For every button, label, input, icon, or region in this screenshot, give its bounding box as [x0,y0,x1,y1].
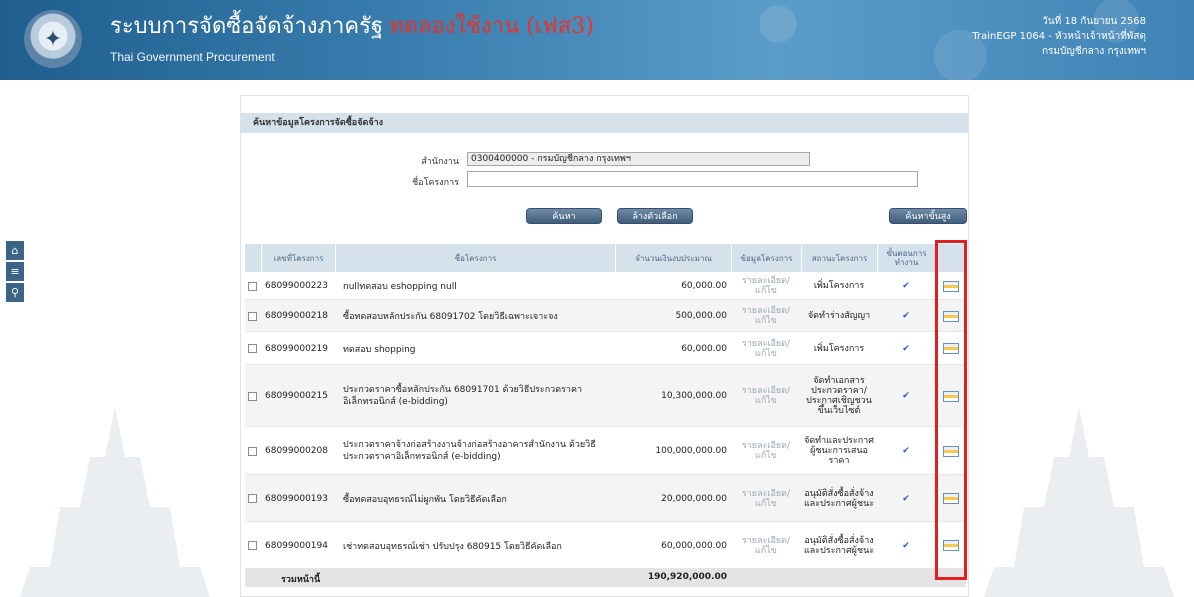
user-department: กรมบัญชีกลาง กรุงเทพฯ [1041,46,1146,57]
advanced-search-button[interactable]: ค้นหาขั้นสูง [889,208,967,224]
budget: 60,000,000.00 [661,540,727,551]
table-header: เลขที่โครงการ ชื่อโครงการ จำนวนเงินงบประ… [245,244,966,272]
project-status: จัดทำและประกาศ ผู้ชนะการเสนอราคา [804,436,874,466]
table-row: 68099000223 nullทดสอบ eshopping null 60,… [245,272,966,300]
budget: 500,000.00 [675,311,727,321]
project-status: จัดทำเอกสารประกวดราคา/ประกาศเชิญชวนขึ้นเ… [806,376,872,416]
project-no: 68099000215 [265,391,328,401]
budget: 60,000.00 [681,281,727,291]
project-name: ซื้อทดสอบอุทธรณ์ไม่ผูกพัน โดยวิธีคัดเลือ… [343,494,507,505]
detail-link[interactable]: รายละเอียด/แก้ไข [741,522,791,569]
temple-decoration-right [984,407,1174,597]
project-status: เพิ่มโครงการ [813,281,865,291]
budget: 10,300,000.00 [661,391,727,401]
detail-link[interactable]: รายละเอียด/แก้ไข [741,427,791,475]
project-status: อนุมัติสั่งซื้อสั่งจ้างและประกาศผู้ชนะ [803,488,875,509]
app-subtitle: Thai Government Procurement [110,50,275,64]
step-check-icon[interactable]: ✔ [877,522,935,569]
row-checkbox[interactable] [248,332,257,365]
budget: 100,000,000.00 [655,446,727,456]
table-row: 68099000194 เช่าทดสอบอุทธรณ์เช่า ปรับปรุ… [245,522,966,569]
app-title: ระบบการจัดซื้อจัดจ้างภาครัฐ ทดลองใช้งาน (… [110,8,594,43]
detail-link[interactable]: รายละเอียด/แก้ไข [741,475,791,522]
current-date: วันที่ 18 กันยายน 2568 [1042,16,1146,27]
table-row: 68099000219 ทดสอบ shopping 60,000.00 ราย… [245,332,966,365]
header-info: ข้อมูลโครงการ [731,244,801,272]
header-step: ขั้นตอนการทำงาน [877,244,935,272]
results-table: เลขที่โครงการ ชื่อโครงการ จำนวนเงินงบประ… [245,244,966,587]
step-check-icon[interactable]: ✔ [877,475,935,522]
project-no: 68099000218 [265,311,328,321]
step-check-icon[interactable]: ✔ [877,332,935,365]
search-icon[interactable]: ⚲ [6,283,24,302]
project-status: จัดทำร่างสัญญา [807,311,871,321]
table-row: 68099000218 ซื้อทดสอบหลักประกัน 68091702… [245,300,966,332]
project-no: 68099000194 [265,540,328,551]
demo-label: ทดลองใช้งาน (เฟส3) [389,14,594,39]
project-name: เช่าทดสอบอุทธรณ์เช่า ปรับปรุง 680915 โดย… [343,541,562,552]
page-total-value: 190,920,000.00 [647,572,727,582]
clear-button[interactable]: ล้างตัวเลือก [617,208,693,224]
app-header: ✦ ระบบการจัดซื้อจัดจ้างภาครัฐ ทดลองใช้งาน… [0,0,1194,80]
project-status: อนุมัติสั่งซื้อสั่งจ้างและประกาศผู้ชนะ [803,535,875,556]
project-name-label: ชื่อโครงการ [412,178,459,188]
search-button[interactable]: ค้นหา [526,208,602,224]
detail-link[interactable]: รายละเอียด/แก้ไข [741,365,791,427]
header-project-no: เลขที่โครงการ [261,244,335,272]
header-budget: จำนวนเงินงบประมาณ [615,244,731,272]
header-status: สถานะโครงการ [801,244,877,272]
page-total-label: รวมหน้านี้ [281,575,321,585]
table-row: 68099000215 ประกวดราคาซื้อหลักประกัน 680… [245,365,966,427]
table-body: 68099000223 nullทดสอบ eshopping null 60,… [245,272,966,569]
project-name: ประกวดราคาซื้อหลักประกัน 68091701 ด้วยวิ… [343,385,583,407]
panel-title: ค้นหาข้อมูลโครงการจัดซื้อจัดจ้าง [241,113,968,133]
highlight-box [935,240,967,580]
project-no: 68099000223 [265,281,328,291]
project-name: ประกวดราคาจ้างก่อสร้างงานจ้างก่อสร้างอาค… [343,440,596,462]
garuda-icon: ✦ [43,26,63,52]
project-name: ทดสอบ shopping [343,344,416,355]
garuda-logo: ✦ [24,10,82,68]
row-checkbox[interactable] [248,365,257,427]
row-checkbox[interactable] [248,272,257,300]
detail-link[interactable]: รายละเอียด/แก้ไข [741,300,791,332]
project-no: 68099000193 [265,493,328,504]
search-panel: ค้นหาข้อมูลโครงการจัดซื้อจัดจ้าง สำนักงา… [240,95,969,597]
user-info: วันที่ 18 กันยายน 2568 TrainEGP 1064 - ห… [972,14,1146,59]
app-title-text: ระบบการจัดซื้อจัดจ้างภาครัฐ [110,14,384,39]
project-status: เพิ่มโครงการ [813,343,865,354]
budget: 20,000,000.00 [661,493,727,504]
row-checkbox[interactable] [248,522,257,569]
project-name: nullทดสอบ eshopping null [343,282,457,292]
step-check-icon[interactable]: ✔ [877,272,935,300]
temple-decoration-left [20,407,210,597]
row-checkbox[interactable] [248,427,257,475]
menu-icon[interactable]: ≡ [6,262,24,281]
table-row: 68099000193 ซื้อทดสอบอุทธรณ์ไม่ผูกพัน โด… [245,475,966,522]
step-check-icon[interactable]: ✔ [877,365,935,427]
step-check-icon[interactable]: ✔ [877,427,935,475]
side-toolbar: ⌂ ≡ ⚲ [6,241,24,304]
project-name: ซื้อทดสอบหลักประกัน 68091702 โดยวิธีเฉพา… [343,312,558,322]
project-name-input[interactable] [467,171,918,187]
table-footer: รวมหน้านี้ 190,920,000.00 [245,569,966,587]
row-checkbox[interactable] [248,300,257,332]
detail-link[interactable]: รายละเอียด/แก้ไข [741,272,791,300]
home-icon[interactable]: ⌂ [6,241,24,260]
project-no: 68099000208 [265,446,328,456]
dept-label: สำนักงาน [421,157,459,167]
project-no: 68099000219 [265,343,328,354]
budget: 60,000.00 [681,343,727,354]
row-checkbox[interactable] [248,475,257,522]
user-name: TrainEGP 1064 - หัวหน้าเจ้าหน้าที่พัสดุ [972,31,1146,42]
dept-field: 0300400000 - กรมบัญชีกลาง กรุงเทพฯ [467,152,810,166]
header-project-name: ชื่อโครงการ [335,244,615,272]
step-check-icon[interactable]: ✔ [877,300,935,332]
detail-link[interactable]: รายละเอียด/แก้ไข [741,332,791,365]
table-row: 68099000208 ประกวดราคาจ้างก่อสร้างงานจ้า… [245,427,966,475]
